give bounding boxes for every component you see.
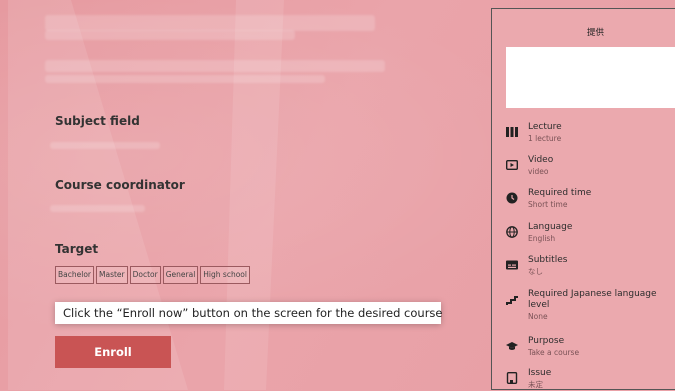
feature-title: Required Japanese language level	[528, 289, 657, 310]
feature-value: 未定	[528, 380, 543, 389]
feature-title: Required time	[528, 188, 592, 198]
instruction-tooltip: Click the “Enroll now” button on the scr…	[55, 302, 442, 324]
feature-title: Video	[528, 155, 554, 165]
target-tag: Bachelor	[55, 266, 94, 284]
clock-icon	[506, 189, 518, 204]
blurred-title	[45, 15, 375, 31]
feature-subtitles: Subtitles なし	[506, 255, 567, 278]
feature-value: None	[528, 312, 548, 321]
target-tag: High school	[200, 266, 250, 284]
bars-icon	[506, 123, 518, 137]
feature-video: Video video	[505, 155, 554, 178]
feature-value: English	[528, 234, 556, 243]
course-info-panel: 提供 Lecture 1 lecture Video video Require…	[491, 8, 675, 390]
blurred-title	[45, 30, 295, 40]
target-tags: Bachelor Master Doctor General High scho…	[55, 266, 250, 284]
stairs-icon	[506, 290, 518, 305]
target-tag: Master	[96, 266, 128, 284]
panel-title: 提供	[587, 28, 605, 38]
feature-japanese-level: Required Japanese language level None	[506, 289, 675, 323]
feature-lecture: Lecture 1 lecture	[506, 122, 562, 145]
target-label: Target	[55, 242, 99, 256]
feature-language: Language English	[506, 222, 572, 245]
feature-title: Language	[528, 222, 573, 232]
blurred-subtitle	[45, 60, 385, 72]
feature-title: Lecture	[528, 122, 562, 132]
feature-value: 1 lecture	[528, 134, 562, 143]
video-icon	[505, 156, 519, 171]
feature-title: Issue	[528, 368, 552, 378]
feature-required-time: Required time Short time	[506, 188, 591, 211]
blurred-subtitle	[45, 75, 325, 83]
blurred-subject-value	[50, 142, 160, 149]
enroll-button[interactable]: Enroll	[55, 336, 171, 368]
certificate-icon	[506, 369, 518, 385]
subject-field-label: Subject field	[55, 114, 140, 128]
target-tag: Doctor	[129, 266, 161, 284]
feature-value: なし	[528, 267, 543, 276]
feature-issue: Issue 未定	[506, 368, 551, 391]
globe-icon	[506, 223, 518, 238]
feature-title: Purpose	[528, 336, 565, 346]
feature-value: Take a course	[528, 348, 580, 357]
panel-image-placeholder	[506, 47, 675, 108]
graduation-cap-icon	[506, 337, 518, 350]
feature-purpose: Purpose Take a course	[506, 336, 579, 359]
feature-value: video	[528, 167, 549, 176]
course-coordinator-label: Course coordinator	[55, 178, 185, 192]
target-tag: General	[162, 266, 199, 284]
feature-value: Short time	[528, 200, 568, 209]
feature-title: Subtitles	[528, 255, 568, 265]
subtitles-icon	[506, 256, 518, 270]
blurred-coordinator-value	[50, 205, 145, 212]
